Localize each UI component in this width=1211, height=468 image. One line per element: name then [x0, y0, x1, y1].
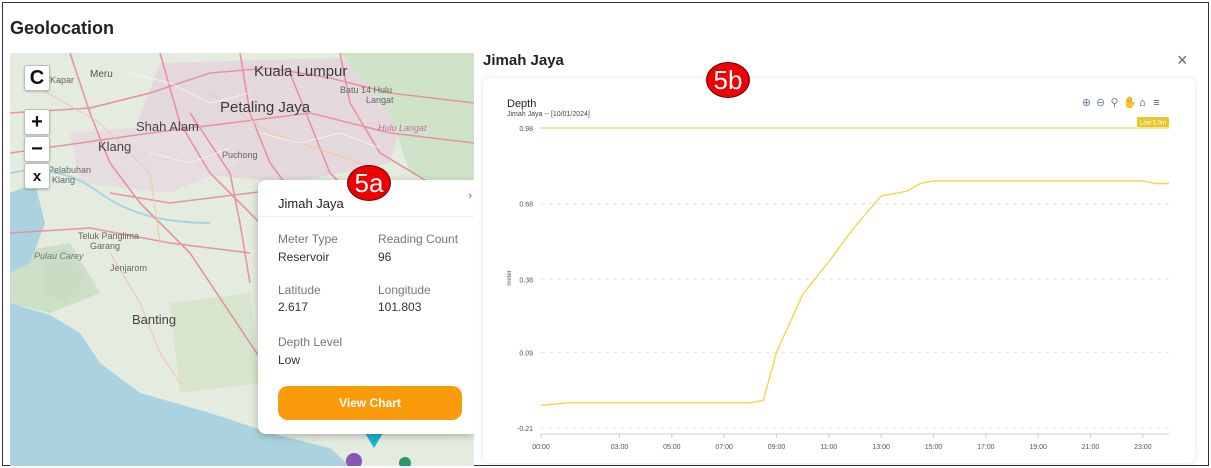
map-label-hulu-langat: Hulu Langat	[378, 123, 427, 133]
map-label-teluk: Teluk Panglima	[78, 231, 140, 241]
meter-type-value: Reservoir	[278, 250, 330, 264]
x-tick-label: 03:00	[611, 444, 629, 451]
chart-card: Depth Jimah Jaya -- [10/01/2024] ⊕ ⊖ ⚲ ✋…	[483, 78, 1195, 463]
x-tick-label: 19:00	[1029, 444, 1047, 451]
map-label-pulau-carey: Pulau Carey	[34, 251, 84, 261]
x-tick-label: 09:00	[768, 444, 786, 451]
map-label-meru: Meru	[90, 69, 113, 80]
latitude-label: Latitude	[278, 283, 321, 297]
panel-close-button[interactable]: ×	[1177, 50, 1188, 71]
x-tick-label: 11:00	[820, 444, 837, 451]
y-tick-label: 0.68	[519, 202, 533, 209]
popup-divider	[258, 216, 474, 217]
map-label-klang-port: Klang	[52, 175, 76, 185]
map-label-pelabuhan: Pelabuhan	[48, 165, 92, 175]
x-tick-label: 05:00	[663, 444, 681, 451]
latitude-value: 2.617	[278, 300, 309, 314]
y-tick-label: 0.38	[519, 277, 533, 284]
y-axis-label: meter	[507, 270, 513, 285]
meter-type-label: Meter Type	[278, 232, 338, 246]
map-fullscreen-button[interactable]: x	[24, 163, 50, 189]
view-chart-button[interactable]: View Chart	[278, 386, 462, 420]
depth-series-line	[540, 180, 1169, 406]
map-label-shah-alam: Shah Alam	[136, 119, 199, 134]
page-title: Geolocation	[10, 18, 115, 38]
map-label-langat: Langat	[366, 95, 394, 105]
x-tick-label: 13:00	[872, 444, 890, 451]
popup-close-button[interactable]: ›	[468, 190, 472, 202]
depth-chart: 0.98 0.68 0.38 0.09 -0.21 Low:1.0m 00:00 03:00 0…	[507, 117, 1169, 451]
badge-5b: 5b	[706, 62, 750, 98]
map-zoom-out-button[interactable]: −	[24, 136, 50, 162]
y-tick-label: -0.21	[517, 426, 533, 433]
map-label-garang: Garang	[90, 241, 121, 251]
map-label-kuala-lumpur: Kuala Lumpur	[254, 63, 348, 80]
y-tick-label: 0.09	[519, 350, 533, 357]
map-label-jenjarom: Jenjarom	[110, 263, 148, 273]
reading-count-value: 96	[378, 250, 392, 264]
map-label-banting: Banting	[132, 312, 177, 327]
map-label-klang: Klang	[98, 139, 132, 154]
map-label-puchong: Puchong	[222, 150, 258, 160]
reading-count-label: Reading Count	[378, 232, 459, 246]
longitude-label: Longitude	[378, 283, 431, 297]
annotation-label: Low:1.0m	[1140, 121, 1166, 127]
map-label-petaling-jaya: Petaling Jaya	[220, 99, 311, 116]
x-tick-label: 07:00	[715, 444, 733, 451]
longitude-value: 101.803	[378, 300, 422, 314]
location-popup: › Jimah Jaya Meter Type Reservoir Readin…	[258, 180, 474, 434]
y-tick-label: 0.98	[519, 126, 533, 133]
map-refresh-button[interactable]: C	[24, 65, 50, 91]
x-tick-label: 23:00	[1134, 444, 1152, 451]
x-tick-label: 17:00	[977, 444, 995, 451]
map-zoom-in-button[interactable]: +	[24, 109, 50, 135]
geolocation-map[interactable]: Kapar Meru Kuala Lumpur Batu 14 Hulu Lan…	[10, 53, 474, 466]
panel-title: Jimah Jaya	[483, 52, 564, 69]
popup-title: Jimah Jaya	[278, 196, 344, 211]
x-tick-label: 00:00	[532, 444, 550, 451]
badge-5a: 5a	[347, 165, 391, 201]
depth-level-label: Depth Level	[278, 335, 343, 349]
x-tick-label: 15:00	[925, 444, 943, 451]
x-tick-label: 21:00	[1082, 444, 1100, 451]
depth-level-value: Low	[278, 353, 301, 367]
map-label-batu: Batu 14 Hulu	[340, 85, 393, 95]
map-label-kapar: Kapar	[50, 75, 75, 85]
